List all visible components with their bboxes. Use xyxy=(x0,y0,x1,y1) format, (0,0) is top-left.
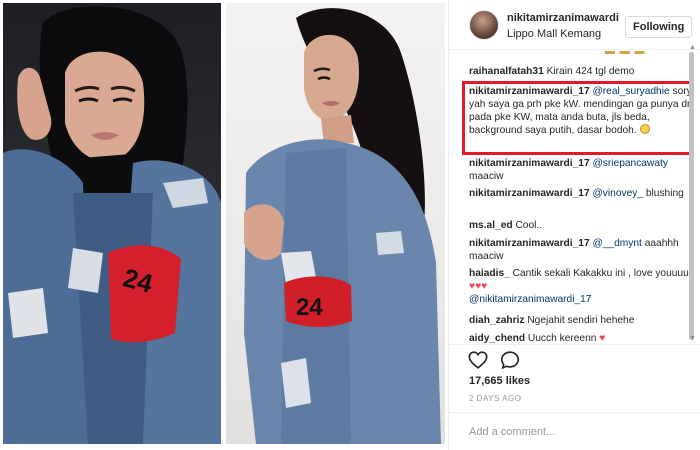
likes-count[interactable]: 17,665 likes xyxy=(469,375,530,387)
partial-emoji-row: ▬ ▬ ▬ xyxy=(605,46,646,57)
post-sidebar: nikitamirzanimawardi Lippo Mall Kemang F… xyxy=(448,0,700,450)
heart-emoji-icon: ♥ xyxy=(481,281,488,292)
scrollbar-thumb[interactable] xyxy=(689,52,694,340)
comment-text: Cool.. xyxy=(515,220,543,231)
comment-username[interactable]: haiadis_ xyxy=(469,268,510,279)
heart-outline-icon[interactable] xyxy=(467,349,489,371)
comment-username[interactable]: nikitamirzanimawardi_17 xyxy=(469,238,590,249)
comment-mention[interactable]: @__dmynt xyxy=(592,238,641,249)
comment-text: Ngejahit sendiri hehehe xyxy=(527,315,635,326)
comment-bubble-icon[interactable] xyxy=(499,349,521,371)
comment-item: haiadis_ Cantik sekali Kakakku ini , lov… xyxy=(469,267,695,306)
photo-left-illustration: 24 xyxy=(3,6,221,444)
post-header: nikitamirzanimawardi Lippo Mall Kemang F… xyxy=(449,0,700,50)
comment-item: aidy_chend Uucch kereenn ♥ xyxy=(469,332,695,344)
comment-text: blushing xyxy=(645,188,684,199)
comment-username[interactable]: diah_zahriz xyxy=(469,315,524,326)
comment-item: nikitamirzanimawardi_17 @vinovey_ blushi… xyxy=(469,187,695,200)
post-timestamp[interactable]: 2 DAYS AGO xyxy=(469,394,521,403)
comment-mention[interactable]: @vinovey_ xyxy=(592,188,643,199)
comment-item: ms.al_ed Cool.. xyxy=(469,219,695,232)
comment-username[interactable]: raihanalfatah31 xyxy=(469,66,544,77)
comment-text: Uucch kereenn xyxy=(527,333,597,344)
following-button[interactable]: Following xyxy=(625,16,693,38)
comment-text: maaciw xyxy=(469,171,504,182)
post-photo-left: 24 xyxy=(3,3,221,444)
add-comment-input[interactable] xyxy=(469,423,679,441)
comment-text: Cantik sekali Kakakku ini , love youuuu xyxy=(512,268,689,279)
comment-username[interactable]: aidy_chend xyxy=(469,333,525,344)
photo-right-armband-number: 24 xyxy=(296,294,323,321)
scroll-up-arrow-icon[interactable]: ▲ xyxy=(689,44,696,51)
post-location[interactable]: Lippo Mall Kemang xyxy=(507,28,601,40)
scroll-down-arrow-icon[interactable]: ▼ xyxy=(689,335,696,342)
comment-item: diah_zahriz Ngejahit sendiri hehehe xyxy=(469,314,695,327)
post-photo-panel: 24 24 xyxy=(0,0,448,450)
post-photo-right: 24 xyxy=(226,3,445,444)
comment-item: nikitamirzanimawardi_17 @sriepancawaty m… xyxy=(469,157,695,183)
heart-emoji-icon: ♥ xyxy=(599,333,606,344)
comment-username[interactable]: nikitamirzanimawardi_17 xyxy=(469,188,590,199)
photo-right-illustration: 24 xyxy=(244,8,441,444)
comment-mention[interactable]: @sriepancawaty xyxy=(592,158,667,169)
comment-text: Kirain 424 tgl demo xyxy=(546,66,635,77)
post-username[interactable]: nikitamirzanimawardi xyxy=(507,12,619,24)
highlight-annotation-box xyxy=(462,81,692,155)
avatar[interactable] xyxy=(469,10,499,40)
comment-username[interactable]: nikitamirzanimawardi_17 xyxy=(469,158,590,169)
comment-mention[interactable]: @nikitamirzanimawardi_17 xyxy=(469,294,591,305)
post-actions xyxy=(449,344,700,374)
comment-item: raihanalfatah31 Kirain 424 tgl demo xyxy=(469,65,695,78)
add-comment-bar xyxy=(449,412,700,450)
comment-username[interactable]: ms.al_ed xyxy=(469,220,513,231)
comment-item: nikitamirzanimawardi_17 @__dmynt aaahhh … xyxy=(469,237,695,263)
comments-scrollbar[interactable] xyxy=(688,52,696,342)
